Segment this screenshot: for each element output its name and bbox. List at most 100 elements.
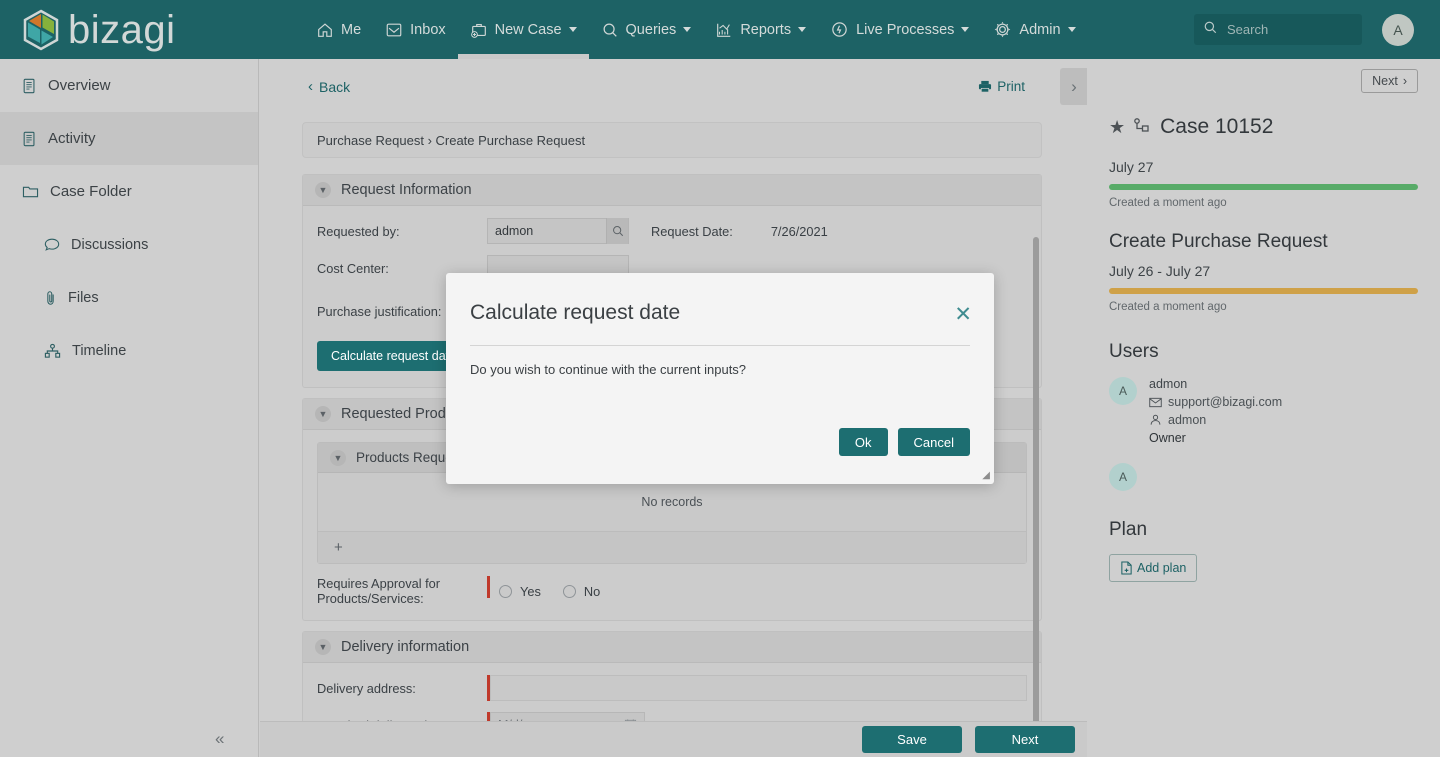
requested-by-input[interactable]: admon bbox=[487, 218, 629, 244]
chevron-down-icon bbox=[961, 27, 970, 32]
nav-item-inbox[interactable]: Inbox bbox=[373, 0, 457, 59]
bizagi-hex-logo-icon bbox=[23, 9, 59, 50]
sidebar-item-overview[interactable]: Overview bbox=[0, 59, 258, 112]
lookup-search-icon[interactable] bbox=[606, 218, 628, 244]
sidebar-item-label: Timeline bbox=[72, 342, 127, 359]
plan-heading: Plan bbox=[1109, 519, 1148, 540]
sidebar-item-timeline[interactable]: Timeline bbox=[0, 324, 258, 377]
process-node-icon bbox=[1132, 117, 1150, 138]
search-input[interactable] bbox=[1225, 21, 1345, 38]
user-email: support@bizagi.com bbox=[1168, 395, 1283, 409]
nav-item-me[interactable]: Me bbox=[304, 0, 373, 59]
section-title: Delivery information bbox=[341, 639, 470, 655]
nav-item-admin[interactable]: Admin bbox=[981, 0, 1087, 59]
nav-label: Reports bbox=[740, 21, 792, 38]
user-name: admon bbox=[1149, 377, 1188, 391]
sidebar-item-label: Activity bbox=[48, 130, 96, 147]
nav-item-queries[interactable]: Queries bbox=[589, 0, 704, 59]
avatar-initial: A bbox=[1393, 22, 1403, 38]
document-icon bbox=[22, 131, 37, 147]
user-avatar[interactable]: A bbox=[1382, 14, 1414, 46]
calculate-request-date-dialog: Calculate request date ✕ Do you wish to … bbox=[446, 273, 994, 484]
sidebar-item-discussions[interactable]: Discussions bbox=[0, 218, 258, 271]
user-username: admon bbox=[1168, 413, 1207, 427]
sidebar-item-files[interactable]: Files bbox=[0, 271, 258, 324]
chevron-down-icon[interactable]: ▼ bbox=[315, 639, 331, 655]
form-scrollbar-track[interactable] bbox=[1033, 237, 1042, 757]
avatar-initial: A bbox=[1118, 384, 1127, 398]
stage2-progress-bar bbox=[1109, 288, 1418, 294]
user-email-row: support@bizagi.com bbox=[1149, 395, 1282, 409]
print-button[interactable]: Print bbox=[978, 79, 1025, 94]
chevron-down-icon bbox=[1067, 27, 1076, 32]
next-pane-button[interactable]: › bbox=[1060, 68, 1087, 105]
add-row-button[interactable]: + bbox=[318, 531, 1026, 563]
timeline-icon bbox=[44, 343, 61, 359]
nav-item-reports[interactable]: Reports bbox=[703, 0, 818, 59]
global-search[interactable] bbox=[1194, 14, 1362, 45]
chevron-down-icon bbox=[568, 27, 577, 32]
nav-label: Me bbox=[341, 21, 362, 38]
field-row-requires-approval: Requires Approval for Products/Services:… bbox=[317, 576, 1027, 606]
add-plan-button[interactable]: Add plan bbox=[1109, 554, 1198, 582]
avatar-initial: A bbox=[1118, 470, 1127, 484]
envelope-icon bbox=[1149, 397, 1162, 408]
chevron-down-icon[interactable]: ▼ bbox=[330, 449, 346, 466]
dialog-message: Do you wish to continue with the current… bbox=[470, 362, 747, 377]
new-case-icon bbox=[470, 21, 488, 39]
close-icon[interactable]: ✕ bbox=[954, 304, 972, 325]
form-action-bar: Save Next bbox=[260, 721, 1087, 757]
breadcrumb-text: Purchase Request › Create Purchase Reque… bbox=[317, 132, 586, 148]
delivery-address-input[interactable] bbox=[490, 675, 1027, 701]
required-field-marker bbox=[487, 576, 490, 598]
back-label: Back bbox=[319, 78, 351, 95]
chevron-down-icon[interactable]: ▼ bbox=[315, 406, 331, 422]
plus-icon: + bbox=[334, 539, 343, 556]
requires-approval-label-line1: Requires Approval for bbox=[317, 576, 441, 591]
case-title: Case 10152 bbox=[1160, 115, 1274, 138]
user-username-row: admon bbox=[1149, 413, 1282, 427]
top-navigation-bar: bizagi Me Inbox New Case Queries Reports… bbox=[0, 0, 1440, 59]
stage1-date: July 27 bbox=[1109, 159, 1154, 175]
section-header[interactable]: ▼ Request Information bbox=[303, 175, 1041, 206]
gear-icon bbox=[993, 20, 1012, 39]
dialog-divider bbox=[470, 345, 970, 346]
sidebar-item-activity[interactable]: Activity bbox=[0, 112, 258, 165]
back-button[interactable]: ‹ Back bbox=[308, 78, 350, 95]
star-icon[interactable]: ★ bbox=[1109, 117, 1125, 138]
person-icon bbox=[1149, 414, 1162, 426]
radio-no[interactable] bbox=[562, 584, 576, 598]
sidebar-item-case-folder[interactable]: Case Folder bbox=[0, 165, 258, 218]
nav-label: Queries bbox=[625, 21, 677, 38]
chevron-down-icon[interactable]: ▼ bbox=[315, 182, 331, 198]
dialog-cancel-button[interactable]: Cancel bbox=[897, 428, 970, 456]
requested-by-value: admon bbox=[495, 224, 534, 238]
nav-label: Live Processes bbox=[856, 21, 955, 38]
chevron-down-icon bbox=[683, 27, 692, 32]
next-case-button[interactable]: Next › bbox=[1361, 69, 1418, 93]
app-root: bizagi Me Inbox New Case Queries Reports… bbox=[0, 0, 1440, 757]
section-header[interactable]: ▼ Delivery information bbox=[303, 632, 1041, 663]
nav-item-new-case[interactable]: New Case bbox=[457, 0, 589, 59]
dialog-ok-button[interactable]: Ok bbox=[838, 428, 888, 456]
nav-item-live-processes[interactable]: Live Processes bbox=[818, 0, 981, 59]
sidebar-collapse-button[interactable]: « bbox=[215, 729, 224, 749]
brand-name: bizagi bbox=[68, 7, 176, 52]
nav-label: New Case bbox=[494, 21, 562, 38]
avatar[interactable]: A bbox=[1109, 463, 1137, 491]
radio-yes[interactable] bbox=[499, 584, 512, 598]
add-document-icon bbox=[1120, 561, 1133, 575]
next-button[interactable]: Next bbox=[975, 726, 1075, 753]
nav-label: Inbox bbox=[410, 21, 446, 38]
live-processes-icon bbox=[830, 20, 849, 39]
brand-logo[interactable]: bizagi bbox=[22, 9, 262, 51]
dialog-resize-handle[interactable]: ◢ bbox=[982, 470, 990, 481]
form-scrollbar-thumb[interactable] bbox=[1033, 237, 1039, 757]
avatar[interactable]: A bbox=[1109, 377, 1137, 405]
requested-by-label: Requested by: bbox=[317, 223, 400, 239]
add-plan-label: Add plan bbox=[1137, 561, 1187, 575]
section-title: Request Information bbox=[341, 182, 472, 198]
nav-label: Admin bbox=[1019, 21, 1061, 38]
sidebar-item-label: Overview bbox=[48, 77, 111, 94]
save-button[interactable]: Save bbox=[862, 726, 962, 753]
